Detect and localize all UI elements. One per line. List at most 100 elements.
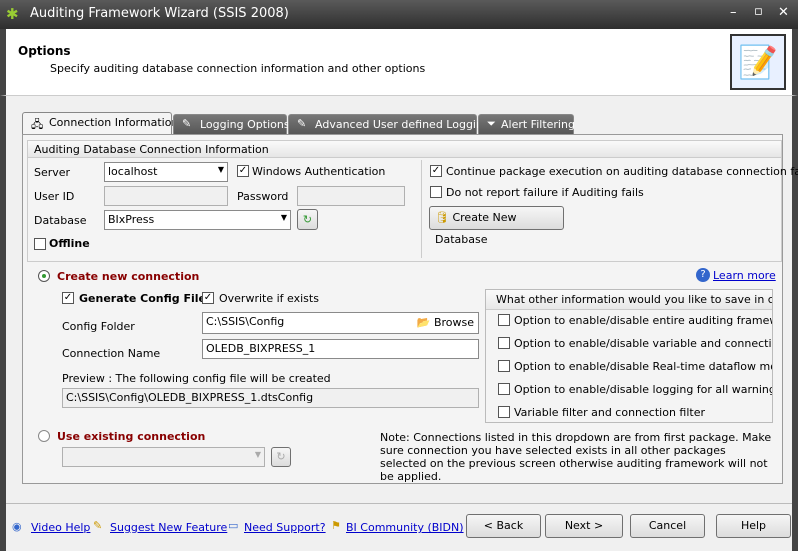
- browse-label: Browse: [433, 316, 474, 329]
- tab-alert-filtering[interactable]: ⏷ Alert Filtering: [478, 114, 575, 135]
- connection-name-input[interactable]: OLEDB_BIXPRESS_1: [202, 339, 479, 359]
- database-icon: 🛢: [435, 211, 449, 224]
- config-options-header: What other information would you like to…: [486, 290, 772, 310]
- preview-label: Preview : The following config file will…: [62, 372, 331, 385]
- chevron-down-icon: ▼: [217, 165, 224, 174]
- video-help-icon: ◉: [12, 520, 22, 533]
- config-option-checkbox[interactable]: [498, 406, 510, 418]
- help-button[interactable]: Help: [716, 514, 791, 538]
- community-icon: ⚑: [331, 519, 341, 532]
- suggest-feature-link[interactable]: Suggest New Feature: [110, 521, 227, 534]
- generate-config-checkbox[interactable]: ✓: [62, 292, 74, 304]
- close-button[interactable]: ✕: [778, 5, 789, 20]
- page-title: Options: [18, 44, 71, 58]
- userid-input[interactable]: [104, 186, 228, 206]
- preview-field: C:\SSIS\Config\OLEDB_BIXPRESS_1.dtsConfi…: [62, 388, 479, 408]
- tab-label: Advanced User defined Logging: [315, 118, 490, 131]
- config-option-label: Option to enable/disable entire auditing…: [514, 314, 773, 327]
- continue-execution-label: Continue package execution on auditing d…: [446, 165, 798, 178]
- database-label: Database: [34, 214, 87, 227]
- learn-more-link[interactable]: Learn more: [713, 269, 776, 282]
- config-option-label: Variable filter and connection filter: [514, 406, 706, 419]
- help-icon[interactable]: ?: [696, 268, 710, 282]
- config-option-item[interactable]: Option to enable/disable logging for all…: [486, 379, 772, 402]
- no-report-label: Do not report failure if Auditing fails: [446, 186, 644, 199]
- footer-divider: [6, 503, 792, 504]
- need-support-link[interactable]: Need Support?: [244, 521, 326, 534]
- bi-community-link[interactable]: BI Community (BIDN): [346, 521, 464, 534]
- server-value: localhost: [108, 165, 158, 178]
- overwrite-checkbox[interactable]: ✓: [202, 292, 214, 304]
- tab-label: Logging Options: [200, 118, 290, 131]
- app-icon: ✱: [6, 5, 19, 23]
- generate-config-label: Generate Config File: [79, 292, 207, 305]
- browse-button[interactable]: 📂 Browse: [417, 316, 474, 329]
- tab-label: Connection Information: [49, 116, 179, 129]
- offline-label: Offline: [49, 237, 90, 250]
- maximize-button[interactable]: ▫: [754, 4, 763, 19]
- config-option-item[interactable]: Option to enable/disable Real-time dataf…: [486, 356, 772, 379]
- config-option-checkbox[interactable]: [498, 360, 510, 372]
- wizard-header: Options Specify auditing database connec…: [0, 29, 798, 96]
- database-value: BIxPress: [108, 213, 155, 226]
- continue-execution-checkbox[interactable]: ✓: [430, 165, 442, 177]
- tab-connection-information[interactable]: 🖧 Connection Information: [22, 112, 178, 135]
- create-new-database-button[interactable]: 🛢 Create New Database: [429, 206, 564, 246]
- config-option-item[interactable]: Option to enable/disable variable and co…: [486, 333, 772, 356]
- no-report-checkbox[interactable]: [430, 186, 442, 198]
- offline-checkbox[interactable]: [34, 238, 46, 250]
- config-option-label: Option to enable/disable variable and co…: [514, 337, 772, 350]
- config-option-label: Option to enable/disable Real-time dataf…: [514, 360, 772, 373]
- use-existing-connection-radio[interactable]: [38, 430, 50, 442]
- refresh-databases-button[interactable]: ↻: [297, 209, 318, 230]
- refresh-connections-button[interactable]: ↻: [271, 447, 291, 467]
- folder-icon: 📂: [416, 316, 431, 329]
- create-new-connection-radio[interactable]: [38, 270, 50, 282]
- existing-connection-combobox[interactable]: ▼: [62, 447, 265, 467]
- cancel-button[interactable]: Cancel: [630, 514, 705, 538]
- page-subtitle: Specify auditing database connection inf…: [50, 62, 426, 75]
- next-button[interactable]: Next >: [545, 514, 623, 538]
- config-option-checkbox[interactable]: [498, 383, 510, 395]
- preview-value: C:\SSIS\Config\OLEDB_BIXPRESS_1.dtsConfi…: [66, 391, 314, 404]
- suggest-icon: ✎: [93, 519, 103, 532]
- chevron-down-icon: ▼: [280, 213, 287, 222]
- password-label: Password: [237, 190, 289, 203]
- config-folder-input[interactable]: C:\SSIS\Config 📂 Browse: [202, 312, 479, 334]
- config-options-box: What other information would you like to…: [485, 289, 773, 423]
- filter-icon: ⏷: [487, 117, 496, 130]
- title-bar: ✱ Auditing Framework Wizard (SSIS 2008) …: [0, 0, 798, 29]
- database-combobox[interactable]: BIxPress ▼: [104, 210, 291, 230]
- overwrite-label: Overwrite if exists: [219, 292, 319, 305]
- config-option-label: Option to enable/disable logging for all…: [514, 383, 773, 396]
- edit-icon: ✎: [182, 117, 192, 130]
- window-title: Auditing Framework Wizard (SSIS 2008): [30, 6, 289, 21]
- window-frame-left: [0, 96, 6, 551]
- server-combobox[interactable]: localhost ▼: [104, 162, 228, 182]
- db-group-header: Auditing Database Connection Information: [28, 141, 781, 158]
- connection-name-value: OLEDB_BIXPRESS_1: [206, 342, 316, 355]
- config-option-checkbox[interactable]: [498, 337, 510, 349]
- config-option-item[interactable]: Option to enable/disable entire auditing…: [486, 310, 772, 333]
- create-new-connection-label: Create new connection: [57, 270, 200, 283]
- tab-advanced-logging[interactable]: ✎ Advanced User defined Logging: [288, 114, 490, 135]
- tab-logging-options[interactable]: ✎ Logging Options: [173, 114, 290, 135]
- windows-auth-checkbox[interactable]: ✓: [237, 165, 249, 177]
- divider: [421, 160, 422, 258]
- use-existing-connection-label: Use existing connection: [57, 430, 206, 443]
- support-icon: ▭: [228, 519, 239, 532]
- back-button[interactable]: < Back: [466, 514, 541, 538]
- password-input[interactable]: [297, 186, 405, 206]
- tab-label: Alert Filtering: [501, 118, 575, 131]
- connection-name-label: Connection Name: [62, 347, 161, 360]
- config-option-item[interactable]: Variable filter and connection filter: [486, 402, 772, 422]
- config-option-checkbox[interactable]: [498, 314, 510, 326]
- notepad-pencil-icon: 📝: [730, 34, 786, 90]
- minimize-button[interactable]: –: [730, 5, 737, 20]
- chevron-down-icon: ▼: [254, 450, 261, 459]
- video-help-link[interactable]: Video Help: [31, 521, 90, 534]
- windows-auth-label: Windows Authentication: [252, 165, 386, 178]
- server-label: Server: [34, 166, 71, 179]
- config-folder-value: C:\SSIS\Config: [206, 315, 285, 328]
- userid-label: User ID: [34, 190, 75, 203]
